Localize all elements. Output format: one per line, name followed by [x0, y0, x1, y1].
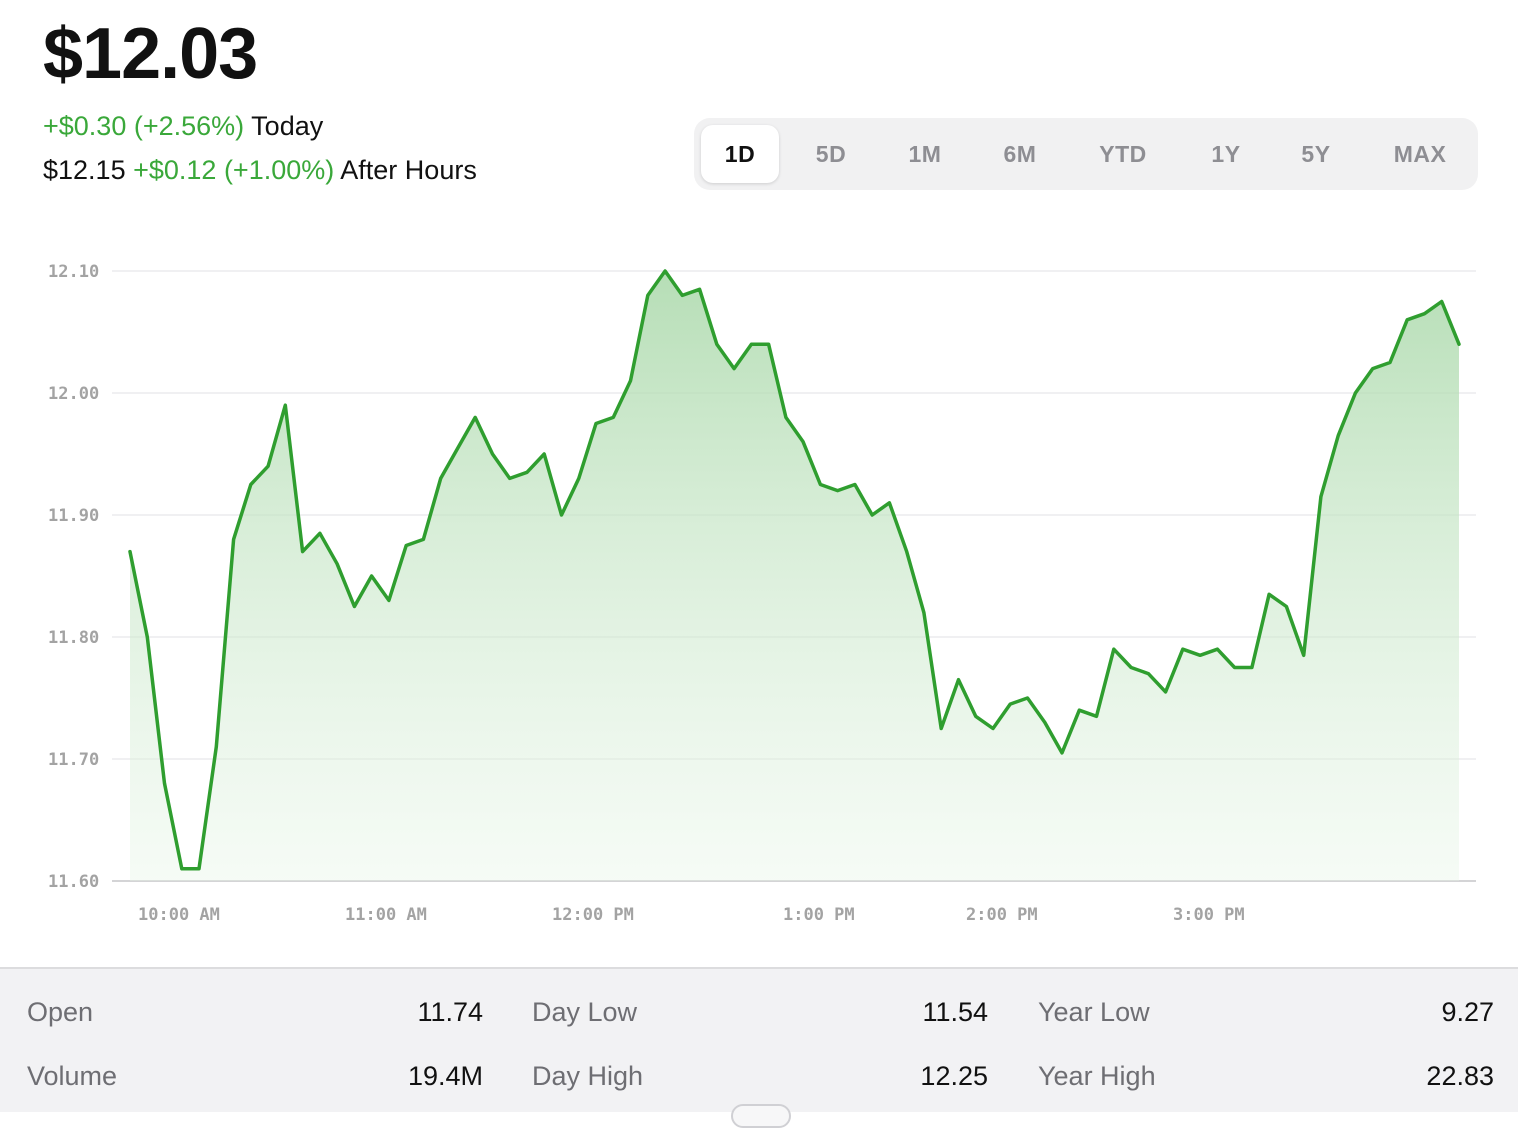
day-low-value: 11.54 — [922, 997, 988, 1027]
x-tick-label: 2:00 PM — [966, 905, 1038, 925]
x-tick-label: 3:00 PM — [1173, 905, 1245, 925]
day-low-label: Day Low — [532, 997, 638, 1027]
y-tick-label: 11.90 — [48, 506, 99, 526]
x-axis: 10:00 AM 11:00 AM 12:00 PM 1:00 PM 2:00 PM 3:… — [138, 905, 1245, 925]
y-tick-label: 11.60 — [48, 872, 99, 892]
open-label: Open — [27, 997, 94, 1027]
price-chart: 12.1012.0011.9011.8011.7011.60 10:00 AM 1… — [48, 262, 1476, 925]
x-tick-label: 11:00 AM — [345, 905, 427, 925]
volume-value: 19.4M — [407, 1061, 483, 1091]
price-area — [130, 271, 1459, 881]
scroll-handle[interactable] — [731, 1104, 791, 1128]
day-high-label: Day High — [532, 1061, 644, 1091]
y-tick-label: 12.10 — [48, 262, 99, 282]
year-low-value: 9.27 — [1441, 997, 1494, 1027]
x-tick-label: 12:00 PM — [552, 905, 634, 925]
open-value: 11.74 — [417, 997, 483, 1027]
year-high-label: Year High — [1038, 1061, 1156, 1091]
y-axis: 12.10 12.00 11.90 11.80 11.70 11.60 — [48, 262, 99, 892]
y-tick-label: 12.00 — [48, 384, 99, 404]
year-low-label: Year Low — [1038, 997, 1150, 1027]
stats-panel: Open 11.74 Volume 19.4M Day Low 11.54 Da… — [0, 967, 1518, 1112]
day-high-value: 12.25 — [920, 1061, 988, 1091]
year-high-value: 22.83 — [1426, 1061, 1494, 1091]
y-tick-label: 11.70 — [48, 750, 99, 770]
x-tick-label: 10:00 AM — [138, 905, 220, 925]
volume-label: Volume — [27, 1061, 118, 1091]
y-tick-label: 11.80 — [48, 628, 99, 648]
x-tick-label: 1:00 PM — [783, 905, 855, 925]
